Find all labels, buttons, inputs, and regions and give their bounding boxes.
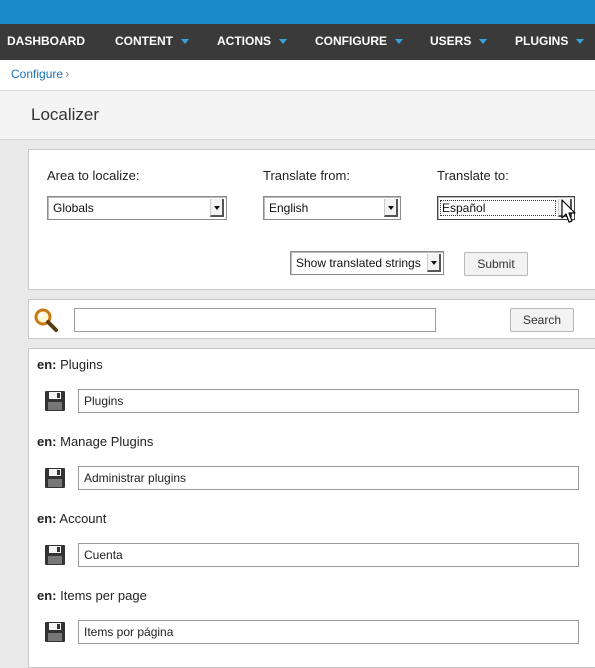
top-accent-bar	[0, 0, 595, 24]
floppy-disk-icon[interactable]	[45, 468, 65, 488]
chevron-down-icon	[279, 39, 287, 45]
breadcrumb-separator-icon: ›	[65, 66, 70, 81]
area-select[interactable]: Globals	[47, 196, 227, 220]
source-text: Items per page	[60, 588, 147, 603]
dropdown-arrow-icon	[210, 199, 224, 217]
nav-content-label: CONTENT	[115, 34, 173, 48]
chevron-down-icon	[479, 39, 488, 45]
source-string: en: Items per page	[37, 588, 147, 603]
chevron-down-icon	[181, 39, 189, 45]
language-prefix: en:	[37, 588, 57, 603]
main-navigation: DASHBOARD CONTENT ACTIONS CONFIGURE USER…	[0, 24, 595, 60]
nav-actions-label: ACTIONS	[217, 34, 271, 48]
floppy-disk-icon[interactable]	[45, 391, 65, 411]
chevron-down-icon	[576, 39, 585, 45]
translate-to-value: Español	[440, 200, 557, 216]
nav-configure[interactable]: CONFIGURE	[315, 24, 403, 60]
source-string: en: Manage Plugins	[37, 434, 153, 449]
magnifier-icon	[34, 308, 58, 332]
nav-plugins[interactable]: PLUGINS	[515, 24, 585, 60]
source-string: en: Account	[37, 511, 106, 526]
area-label: Area to localize:	[47, 168, 140, 183]
translation-input[interactable]: Items por página	[78, 620, 579, 644]
translate-from-label: Translate from:	[263, 168, 350, 183]
nav-content[interactable]: CONTENT	[115, 24, 189, 60]
source-text: Account	[59, 511, 107, 526]
language-prefix: en:	[37, 357, 57, 372]
dropdown-arrow-icon	[427, 254, 441, 272]
source-string: en: Plugins	[37, 357, 103, 372]
chevron-down-icon	[395, 39, 403, 45]
nav-users[interactable]: USERS	[430, 24, 488, 60]
translate-from-value: English	[269, 201, 309, 215]
translate-to-select[interactable]: Español	[437, 196, 575, 220]
search-input[interactable]	[74, 308, 436, 332]
nav-configure-label: CONFIGURE	[315, 34, 387, 48]
search-panel: Search	[28, 299, 595, 339]
submit-button[interactable]: Submit	[464, 252, 528, 276]
translation-input[interactable]: Cuenta	[78, 543, 579, 567]
translate-from-select[interactable]: English	[263, 196, 401, 220]
nav-dashboard[interactable]: DASHBOARD	[7, 24, 85, 60]
language-prefix: en:	[37, 511, 57, 526]
floppy-disk-icon[interactable]	[45, 545, 65, 565]
area-select-value: Globals	[53, 201, 94, 215]
search-button[interactable]: Search	[510, 308, 574, 332]
translation-input[interactable]: Administrar plugins	[78, 466, 579, 490]
language-prefix: en:	[37, 434, 57, 449]
dropdown-arrow-icon	[558, 199, 572, 217]
show-strings-value: Show translated strings	[296, 256, 421, 270]
breadcrumb-configure[interactable]: Configure	[11, 67, 63, 81]
translate-to-label: Translate to:	[437, 168, 509, 183]
source-text: Plugins	[60, 357, 103, 372]
page-title: Localizer	[31, 105, 100, 124]
strings-panel: en: Plugins Plugins en: Manage Plugins A…	[28, 348, 595, 668]
translation-input[interactable]: Plugins	[78, 389, 579, 413]
page-header: Localizer	[0, 91, 595, 140]
filter-panel: Area to localize: Translate from: Transl…	[28, 149, 595, 290]
nav-dashboard-label: DASHBOARD	[7, 34, 85, 48]
floppy-disk-icon[interactable]	[45, 622, 65, 642]
breadcrumb: Configure ›	[0, 60, 595, 91]
nav-actions[interactable]: ACTIONS	[217, 24, 287, 60]
dropdown-arrow-icon	[384, 199, 398, 217]
nav-users-label: USERS	[430, 34, 472, 48]
show-strings-select[interactable]: Show translated strings	[290, 251, 444, 275]
source-text: Manage Plugins	[60, 434, 154, 449]
nav-plugins-label: PLUGINS	[515, 34, 569, 48]
